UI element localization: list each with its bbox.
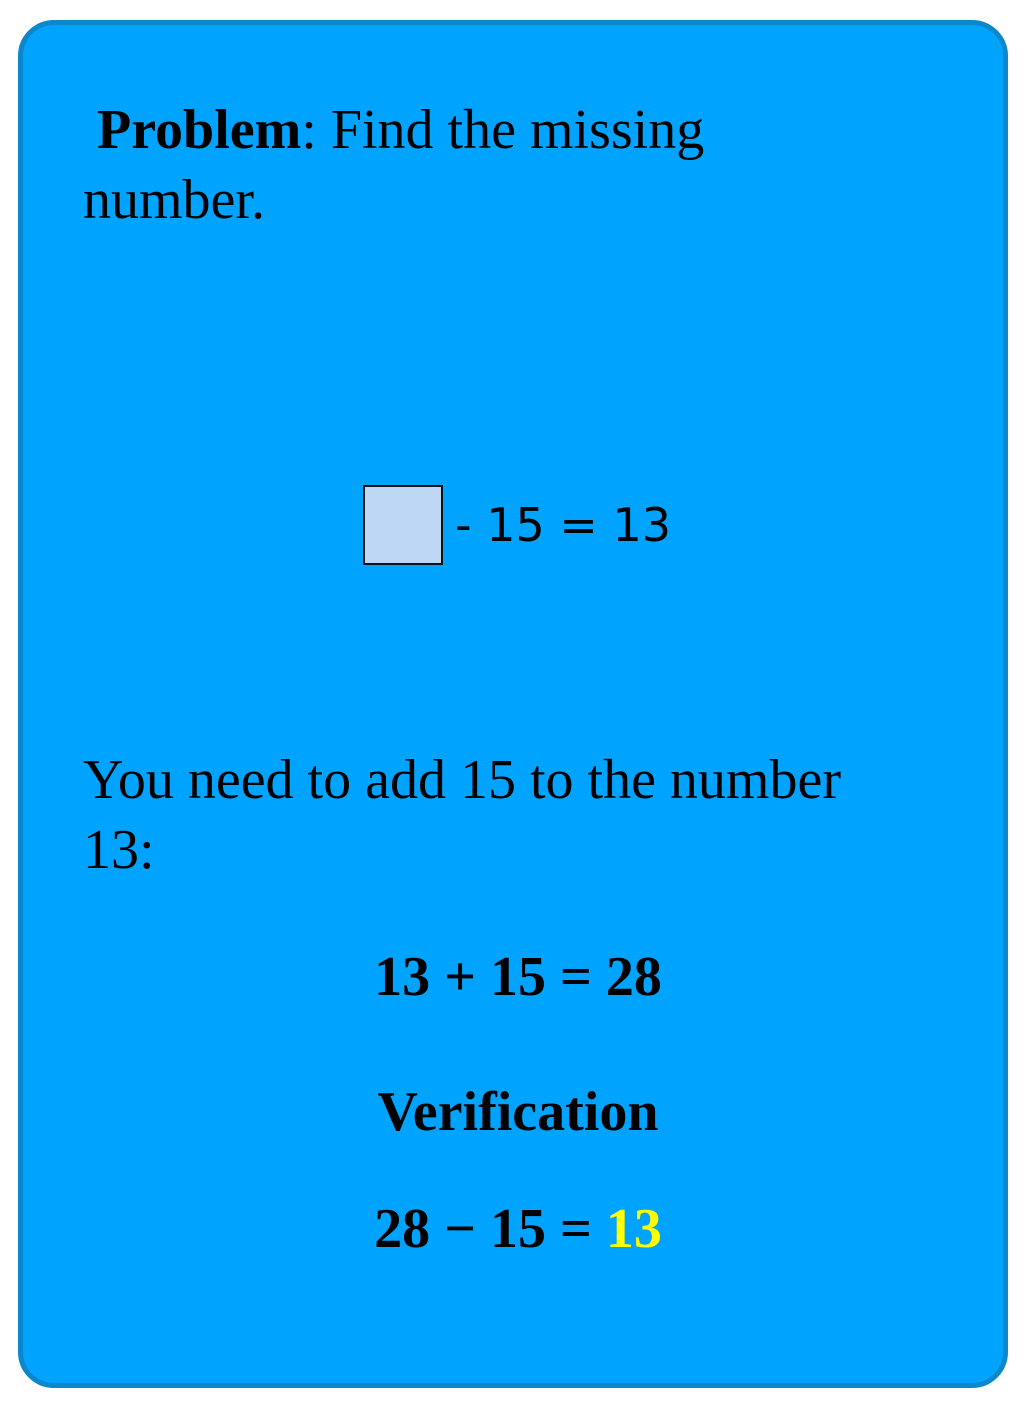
equation-text: - 15 = 13 bbox=[455, 498, 672, 552]
verification-equation: 28 − 15 = 13 bbox=[23, 1197, 1013, 1261]
hint-text: You need to add 15 to the number 13: bbox=[83, 749, 841, 881]
verification-lhs: 28 − 15 = bbox=[374, 1198, 606, 1260]
problem-card: Problem: Find the missing number. - 15 =… bbox=[18, 20, 1008, 1388]
solution-equation: 13 + 15 = 28 bbox=[374, 946, 662, 1008]
verification-answer: 13 bbox=[605, 1198, 662, 1260]
missing-number-box[interactable] bbox=[363, 485, 443, 565]
verification-title: Verification bbox=[377, 1081, 659, 1143]
problem-statement: Problem: Find the missing number. bbox=[83, 95, 883, 235]
equation: - 15 = 13 bbox=[363, 485, 671, 565]
problem-label: Problem bbox=[97, 99, 302, 161]
